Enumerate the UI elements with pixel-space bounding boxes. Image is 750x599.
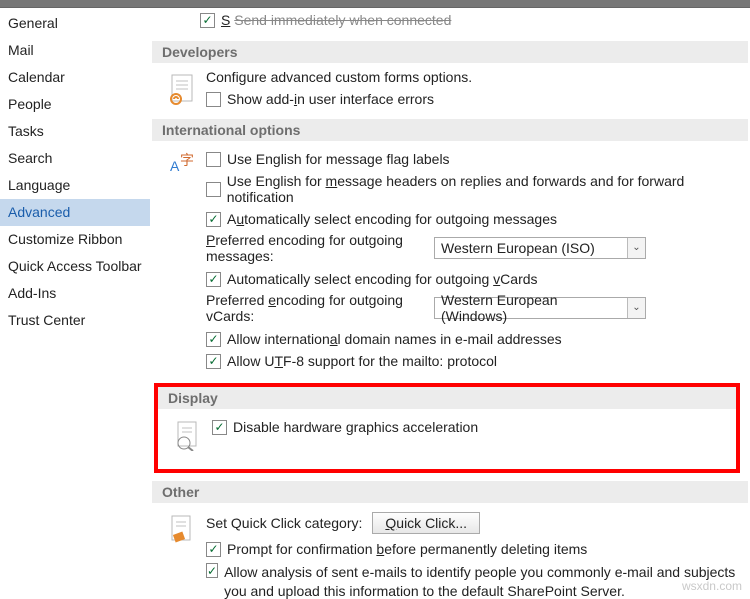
auto-outgoing-label: Automatically select encoding for outgoi… xyxy=(227,211,557,227)
english-headers-label: Use English for message headers on repli… xyxy=(227,173,744,205)
english-flag-label: Use English for message flag labels xyxy=(227,151,450,167)
pref-vcards-value: Western European (Windows) xyxy=(435,292,627,324)
checkbox-utf8-mailto[interactable] xyxy=(206,354,221,369)
utf8-mailto-label: Allow UTF-8 support for the mailto: prot… xyxy=(227,353,497,369)
checkbox-english-headers[interactable] xyxy=(206,182,221,197)
category-sidebar: General Mail Calendar People Tasks Searc… xyxy=(0,8,150,599)
checkbox-allow-analysis[interactable] xyxy=(206,563,218,578)
sidebar-item-customize-ribbon[interactable]: Customize Ribbon xyxy=(0,226,150,253)
pref-vcards-label: Preferred encoding for outgoing vCards: xyxy=(206,292,424,324)
checkbox-show-addin-errors[interactable] xyxy=(206,92,221,107)
pref-outgoing-label: Preferred encoding for outgoing messages… xyxy=(206,232,424,264)
show-addin-label: Show add-in user interface errors xyxy=(227,91,434,107)
chevron-down-icon[interactable]: ⌄ xyxy=(627,298,645,318)
checkbox-english-flag[interactable] xyxy=(206,152,221,167)
checkbox-auto-encoding-outgoing[interactable] xyxy=(206,212,221,227)
sidebar-item-advanced[interactable]: Advanced xyxy=(0,199,150,226)
group-header-display: Display xyxy=(158,387,736,409)
prompt-delete-label: Prompt for confirmation before permanent… xyxy=(227,541,587,557)
pref-outgoing-dropdown[interactable]: Western European (ISO) ⌄ xyxy=(434,237,646,259)
display-icon xyxy=(172,419,204,451)
sidebar-item-mail[interactable]: Mail xyxy=(0,37,150,64)
sidebar-item-search[interactable]: Search xyxy=(0,145,150,172)
pref-outgoing-value: Western European (ISO) xyxy=(435,240,627,256)
title-bar xyxy=(0,0,750,8)
pref-vcards-dropdown[interactable]: Western European (Windows) ⌄ xyxy=(434,297,646,319)
checkbox-auto-encoding-vcards[interactable] xyxy=(206,272,221,287)
sidebar-item-calendar[interactable]: Calendar xyxy=(0,64,150,91)
sidebar-item-people[interactable]: People xyxy=(0,91,150,118)
send-immediately-label: Send immediately when connected xyxy=(234,12,451,28)
group-header-other: Other xyxy=(152,481,748,503)
checkbox-intl-domain[interactable] xyxy=(206,332,221,347)
display-highlight-box: Display Disable hardware graphics accele… xyxy=(154,383,740,473)
group-header-developers: Developers xyxy=(152,41,748,63)
sidebar-item-tasks[interactable]: Tasks xyxy=(0,118,150,145)
international-icon: A字 xyxy=(166,151,198,183)
forms-icon xyxy=(166,73,198,105)
checkbox-prompt-delete[interactable] xyxy=(206,542,221,557)
auto-vcards-label: Automatically select encoding for outgoi… xyxy=(227,271,538,287)
sidebar-item-language[interactable]: Language xyxy=(0,172,150,199)
options-content: S Send immediately when connected Develo… xyxy=(150,8,750,599)
sidebar-item-trust-center[interactable]: Trust Center xyxy=(0,307,150,334)
developers-desc: Configure advanced custom forms options. xyxy=(206,69,472,85)
category-icon xyxy=(166,513,198,545)
sidebar-item-quick-access-toolbar[interactable]: Quick Access Toolbar xyxy=(0,253,150,280)
svg-text:字: 字 xyxy=(180,152,194,168)
disable-hw-label: Disable hardware graphics acceleration xyxy=(233,419,478,435)
group-header-international: International options xyxy=(152,119,748,141)
sidebar-item-general[interactable]: General xyxy=(0,10,150,37)
intl-domain-label: Allow international domain names in e-ma… xyxy=(227,331,562,347)
sidebar-item-add-ins[interactable]: Add-Ins xyxy=(0,280,150,307)
allow-analysis-label: Allow analysis of sent e-mails to identi… xyxy=(224,563,744,599)
checkbox-disable-hw-accel[interactable] xyxy=(212,420,227,435)
quick-click-label: Set Quick Click category: xyxy=(206,515,362,531)
svg-text:A: A xyxy=(170,158,180,174)
checkbox-send-immediately[interactable] xyxy=(200,13,215,28)
quick-click-button[interactable]: Quick Click... xyxy=(372,512,480,534)
chevron-down-icon[interactable]: ⌄ xyxy=(627,238,645,258)
